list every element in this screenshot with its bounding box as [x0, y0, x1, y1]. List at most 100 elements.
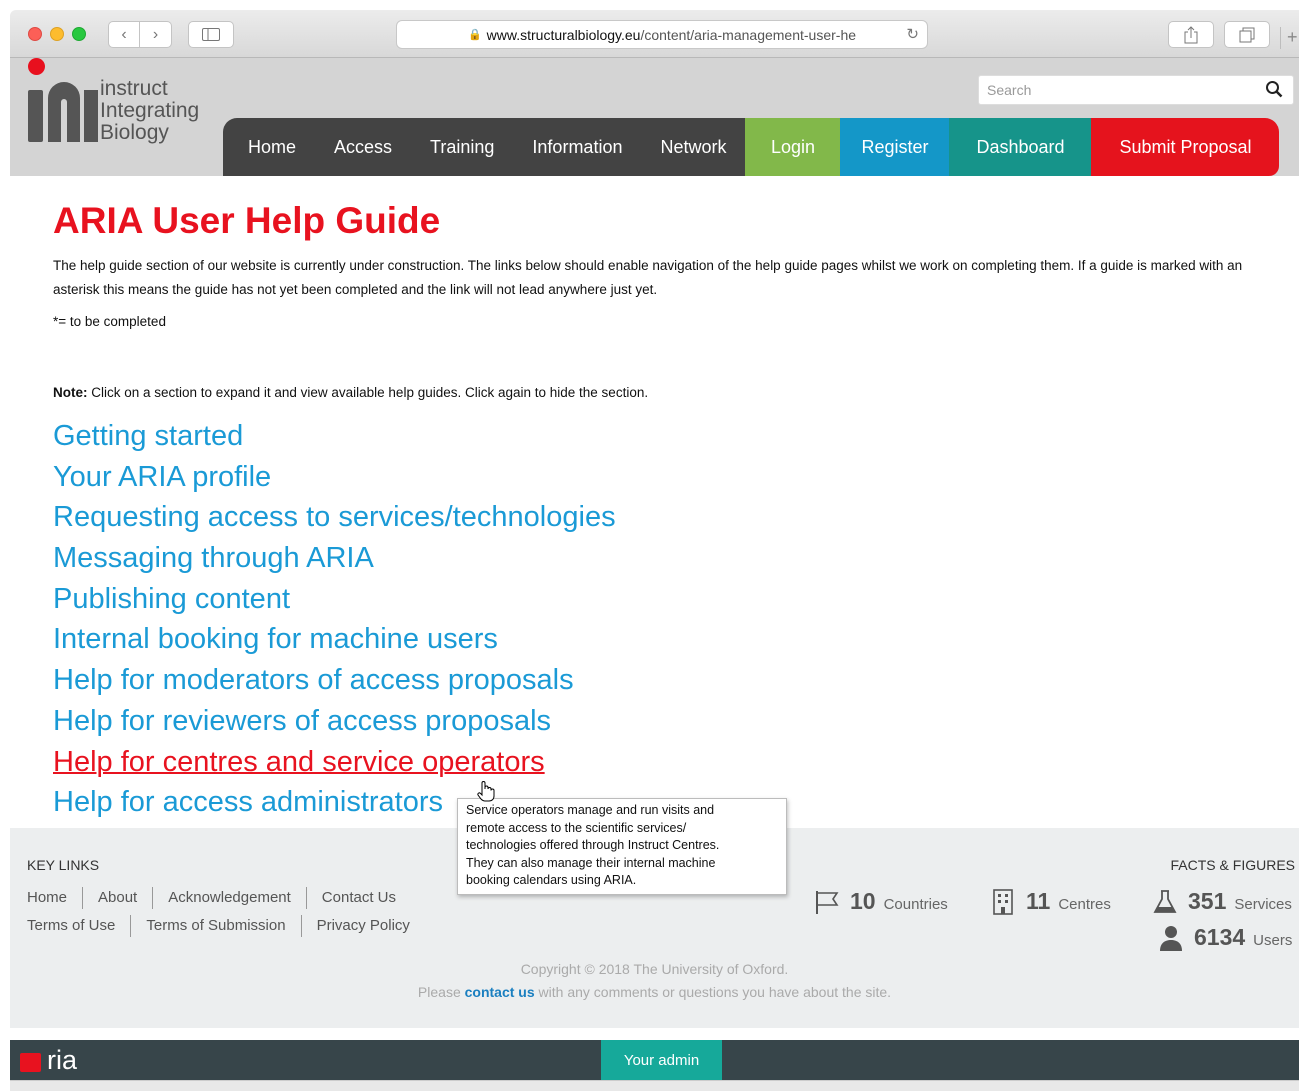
- flask-icon: [1153, 889, 1177, 913]
- nav-submit-proposal[interactable]: Submit Proposal: [1091, 118, 1280, 176]
- sidebar-icon: [202, 28, 220, 41]
- chevron-left-icon: ‹: [121, 25, 127, 43]
- guide-section-messaging[interactable]: Messaging through ARIA: [53, 538, 1273, 579]
- url-domain: www.structuralbiology.eu: [486, 26, 641, 43]
- new-tab-button[interactable]: +: [1280, 27, 1299, 49]
- tooltip-line: booking calendars using ARIA.: [466, 873, 637, 887]
- intro-text: The help guide section of our website is…: [53, 258, 1243, 297]
- browser-toolbar: ‹ › 🔒 www.structuralbiology.eu/content/a…: [10, 10, 1299, 58]
- window-controls: [28, 27, 86, 41]
- fact-countries-label: Countries: [883, 896, 948, 913]
- forward-button[interactable]: ›: [140, 21, 172, 48]
- share-button[interactable]: [1168, 21, 1214, 48]
- logo-line-3: Biology: [100, 121, 169, 144]
- guide-section-publishing[interactable]: Publishing content: [53, 579, 1273, 620]
- main-content: ARIA User Help Guide The help guide sect…: [53, 200, 1273, 823]
- logo-line-1: instruct: [100, 77, 168, 100]
- nav-dashboard[interactable]: Dashboard: [949, 118, 1092, 176]
- guide-section-reviewers[interactable]: Help for reviewers of access proposals: [53, 701, 1273, 742]
- minimize-window-button[interactable]: [50, 27, 64, 41]
- search-box: [978, 75, 1294, 105]
- footer-links: Home About Acknowledgement Contact Us Te…: [27, 884, 425, 940]
- guide-section-getting-started[interactable]: Getting started: [53, 416, 1273, 457]
- guide-tooltip: Service operators manage and run visits …: [457, 798, 787, 895]
- search-input[interactable]: [979, 76, 1249, 104]
- instruct-logo-icon[interactable]: [28, 80, 98, 142]
- aria-logo-icon: [20, 1053, 41, 1072]
- footer-link-terms-of-submission[interactable]: Terms of Submission: [130, 915, 300, 937]
- flag-icon: [816, 890, 839, 914]
- hand-pointer-icon: [477, 781, 495, 802]
- fact-countries-value: 10: [850, 888, 876, 914]
- nav-information[interactable]: Information: [513, 118, 641, 176]
- logo-text[interactable]: instruct Integrating Biology: [100, 78, 199, 144]
- window-bottom-edge: [10, 1080, 1299, 1091]
- fact-countries: 10 Countries: [814, 888, 948, 915]
- contact-us-link[interactable]: contact us: [465, 984, 535, 1000]
- show-tabs-button[interactable]: [1224, 21, 1270, 48]
- guide-section-aria-profile[interactable]: Your ARIA profile: [53, 457, 1273, 498]
- nav-login[interactable]: Login: [745, 118, 841, 176]
- fact-centres: 11 Centres: [990, 888, 1111, 915]
- tooltip-line: They can also manage their internal mach…: [466, 855, 716, 870]
- guide-section-requesting-access[interactable]: Requesting access to services/technologi…: [53, 497, 1273, 538]
- note-label: Note:: [53, 385, 88, 400]
- aria-logo-text: ria: [47, 1045, 78, 1075]
- key-links-title: KEY LINKS: [27, 857, 100, 873]
- tabs-icon: [1239, 27, 1255, 42]
- close-window-button[interactable]: [28, 27, 42, 41]
- nav-training[interactable]: Training: [411, 118, 513, 176]
- search-icon[interactable]: [1265, 80, 1283, 98]
- guide-section-centres-operators[interactable]: Help for centres and service operators: [53, 742, 545, 783]
- your-admin-button[interactable]: Your admin: [601, 1040, 722, 1080]
- fact-services-label: Services: [1234, 896, 1292, 913]
- lock-icon: 🔒: [467, 29, 482, 41]
- guide-section-internal-booking[interactable]: Internal booking for machine users: [53, 619, 1273, 660]
- sidebar-toggle-button[interactable]: [188, 21, 234, 48]
- main-nav: Home Access Training Information Network…: [223, 118, 1280, 176]
- nav-access[interactable]: Access: [315, 118, 411, 176]
- facts-title: FACTS & FIGURES: [1170, 857, 1295, 873]
- footer-link-privacy[interactable]: Privacy Policy: [300, 915, 425, 937]
- guide-list: Getting started Your ARIA profile Reques…: [53, 416, 1273, 823]
- tooltip-line: technologies offered through Instruct Ce…: [466, 838, 720, 852]
- note-body: Click on a section to expand it and view…: [87, 385, 649, 400]
- footer-link-home[interactable]: Home: [27, 887, 82, 909]
- aria-logo[interactable]: ria: [20, 1045, 100, 1075]
- page-title: ARIA User Help Guide: [53, 200, 441, 241]
- aria-toolbar: ria Your admin: [10, 1040, 1299, 1080]
- nav-network[interactable]: Network: [641, 118, 745, 176]
- tooltip-line: Service operators manage and run visits …: [466, 803, 715, 817]
- address-bar[interactable]: 🔒 www.structuralbiology.eu/content/aria-…: [396, 20, 928, 49]
- fact-users-value: 6134: [1194, 924, 1246, 950]
- nav-home[interactable]: Home: [229, 118, 315, 176]
- asterisk-legend: *= to be completed: [53, 314, 166, 329]
- copyright-block: Copyright © 2018 The University of Oxfor…: [10, 958, 1299, 1004]
- user-icon: [1160, 925, 1182, 951]
- footer-link-acknowledgement[interactable]: Acknowledgement: [152, 887, 306, 909]
- nav-primary-group: Home Access Training Information Network: [223, 118, 746, 176]
- contact-pre: Please: [417, 984, 465, 1000]
- footer-link-terms-of-use[interactable]: Terms of Use: [27, 915, 130, 937]
- fact-centres-value: 11: [1026, 888, 1051, 914]
- guide-section-moderators[interactable]: Help for moderators of access proposals: [53, 660, 1273, 701]
- tooltip-line: remote access to the scientific services…: [466, 820, 687, 835]
- fact-users-label: Users: [1253, 932, 1293, 949]
- logo-line-2: Integrating: [100, 99, 200, 122]
- nav-register[interactable]: Register: [840, 118, 950, 176]
- contact-line: Please contact us with any comments or q…: [10, 981, 1299, 1004]
- reload-icon[interactable]: ↻: [906, 25, 919, 43]
- note-text: Note: Click on a section to expand it an…: [53, 385, 1273, 400]
- fact-services-value: 351: [1188, 888, 1227, 914]
- url-path: /content/aria-management-user-he: [640, 26, 857, 43]
- copyright-text: Copyright © 2018 The University of Oxfor…: [520, 961, 789, 977]
- back-button[interactable]: ‹: [108, 21, 140, 48]
- zoom-window-button[interactable]: [72, 27, 86, 41]
- footer-link-about[interactable]: About: [82, 887, 152, 909]
- site-header: instruct Integrating Biology Home Access…: [10, 58, 1299, 176]
- share-icon: [1184, 25, 1198, 43]
- logo-dot: [28, 58, 45, 75]
- fact-services: 351 Services: [1152, 888, 1292, 915]
- footer-link-contact[interactable]: Contact Us: [305, 887, 411, 909]
- chevron-right-icon: ›: [152, 25, 159, 43]
